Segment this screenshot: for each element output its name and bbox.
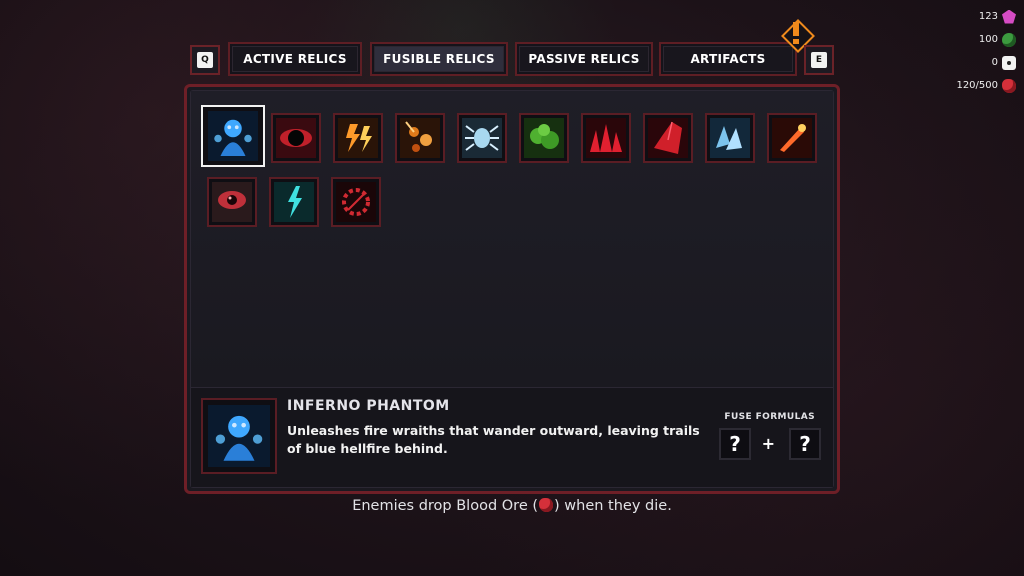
fuse-plus: + [761, 434, 775, 453]
green-orb-icon [1002, 32, 1016, 47]
relic-blood-spikes[interactable] [581, 113, 631, 163]
tab-artifacts[interactable]: ARTIFACTS [659, 42, 797, 76]
alert-exclamation [793, 22, 799, 36]
q-key-icon: Q [197, 52, 213, 68]
cyan-lightning-icon [274, 182, 314, 222]
blood-ring-icon [336, 182, 376, 222]
relic-lightning-flame[interactable] [333, 113, 383, 163]
tab-active-relics[interactable]: ACTIVE RELICS [228, 42, 362, 76]
blood-ore-count: 120/500 [956, 80, 998, 91]
fuse-slot-b[interactable]: ? [789, 428, 821, 460]
next-tab-key[interactable]: E [804, 45, 834, 75]
ice-shards-icon [710, 118, 750, 158]
resource-counters: 123 100 0 120/500 [956, 8, 1016, 94]
e-key-icon: E [811, 52, 827, 68]
resource-blood-ore: 120/500 [956, 77, 1016, 94]
relic-blood-eye[interactable] [207, 177, 257, 227]
relic-description: Unleashes fire wraiths that wander outwa… [287, 423, 700, 456]
pink-crystal-icon [1002, 9, 1016, 24]
toxic-cloud-icon [524, 118, 564, 158]
relic-crimson-cloak[interactable] [643, 113, 693, 163]
relic-meteor-rain[interactable] [395, 113, 445, 163]
hint-text-start: Enemies drop Blood Ore ( [352, 498, 539, 514]
fuse-slot-a[interactable]: ? [719, 428, 751, 460]
dice-count: 0 [991, 57, 998, 68]
tab-passive-relics[interactable]: PASSIVE RELICS [515, 42, 653, 76]
tab-label: ACTIVE RELICS [232, 46, 358, 72]
relic-grid [191, 91, 833, 385]
resource-orbs: 100 [979, 31, 1016, 48]
blood-ore-icon [539, 498, 554, 512]
blood-eye-icon [212, 182, 252, 222]
relic-cyan-lightning[interactable] [269, 177, 319, 227]
tab-label: FUSIBLE RELICS [374, 46, 504, 72]
selected-relic-icon [201, 398, 277, 474]
alert-exclamation-dot [793, 39, 799, 44]
lightning-flame-icon [338, 118, 378, 158]
relic-toxic-cloud[interactable] [519, 113, 569, 163]
blood-spikes-icon [586, 118, 626, 158]
crystal-count: 123 [978, 11, 998, 22]
dice-icon [1002, 55, 1016, 70]
relics-panel: INFERNO PHANTOM Unleashes fire wraiths t… [184, 84, 840, 494]
hint-text-end: ) when they die. [554, 498, 672, 514]
relic-ice-shards[interactable] [705, 113, 755, 163]
tab-fusible-relics[interactable]: FUSIBLE RELICS [370, 42, 508, 76]
meteor-rain-icon [400, 118, 440, 158]
relic-name: INFERNO PHANTOM [287, 398, 450, 414]
hint-text: Enemies drop Blood Ore ( ) when they die. [0, 498, 1024, 514]
fire-dagger-icon [772, 118, 812, 158]
black-hole-icon [276, 118, 316, 158]
tab-label: ARTIFACTS [663, 46, 793, 72]
relic-blood-ring[interactable] [331, 177, 381, 227]
crimson-cloak-icon [648, 118, 688, 158]
frost-spider-icon [462, 118, 502, 158]
fuse-formulas-label: FUSE FORMULAS [724, 412, 815, 422]
relic-tabs: Q ACTIVE RELICS FUSIBLE RELICS PASSIVE R… [186, 19, 838, 78]
blood-ore-icon [1002, 78, 1016, 93]
relic-frost-spider[interactable] [457, 113, 507, 163]
tab-label: PASSIVE RELICS [519, 46, 649, 72]
relic-inferno-phantom[interactable] [201, 105, 265, 167]
prev-tab-key[interactable]: Q [190, 45, 220, 75]
resource-crystals: 123 [979, 8, 1016, 25]
resource-dice: 0 [992, 54, 1016, 71]
inferno-phantom-icon [207, 111, 259, 161]
relic-black-hole[interactable] [271, 113, 321, 163]
orb-count: 100 [978, 34, 998, 45]
relic-fire-dagger[interactable] [767, 113, 817, 163]
relic-detail-panel: INFERNO PHANTOM Unleashes fire wraiths t… [191, 387, 833, 487]
